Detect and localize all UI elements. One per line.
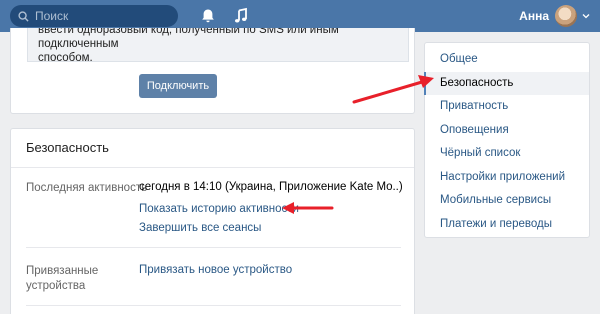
menu-item-mobile-services[interactable]: Мобильные сервисы: [425, 189, 589, 213]
divider: [11, 167, 414, 168]
menu-item-blacklist[interactable]: Чёрный список: [425, 142, 589, 166]
two-factor-notice: ввести одноразовый код, полученный по SM…: [27, 28, 409, 62]
search-icon: [18, 10, 29, 22]
bell-icon[interactable]: [199, 7, 217, 25]
security-card: Безопасность Последняя активность сегодн…: [10, 128, 415, 314]
end-sessions-link[interactable]: Завершить все сеансы: [139, 222, 261, 234]
show-history-link[interactable]: Показать историю активности: [139, 203, 299, 215]
music-icon[interactable]: [232, 7, 250, 25]
menu-item-notifications[interactable]: Оповещения: [425, 119, 589, 143]
notice-line: способом.: [38, 52, 93, 62]
menu-item-payments[interactable]: Платежи и переводы: [425, 213, 589, 237]
last-activity-label: Последняя активность: [26, 182, 148, 194]
menu-item-general[interactable]: Общее: [425, 48, 589, 72]
user-name: Анна: [519, 9, 549, 23]
section-title: Безопасность: [26, 140, 109, 155]
linked-devices-label-line: Привязанные: [26, 265, 99, 277]
two-factor-card: ввести одноразовый код, полученный по SM…: [10, 28, 415, 114]
search-input[interactable]: [35, 9, 165, 23]
menu-item-app-settings[interactable]: Настройки приложений: [425, 166, 589, 190]
last-activity-value: сегодня в 14:10 (Украина, Приложение Kat…: [139, 181, 403, 193]
connect-button[interactable]: Подключить: [139, 74, 217, 98]
menu-item-security[interactable]: Безопасность: [424, 71, 589, 95]
divider: [26, 247, 401, 248]
menu-item-privacy[interactable]: Приватность: [425, 95, 589, 119]
avatar: [555, 5, 577, 27]
linked-devices-label: Привязанные устройства: [26, 264, 98, 294]
search-box[interactable]: [10, 5, 178, 27]
settings-menu: Общее Безопасность Приватность Оповещени…: [424, 42, 590, 238]
chevron-down-icon: [582, 14, 590, 19]
user-menu[interactable]: Анна: [519, 4, 590, 28]
divider: [26, 305, 401, 306]
link-device-link[interactable]: Привязать новое устройство: [139, 264, 292, 276]
linked-devices-label-line: устройства: [26, 280, 86, 292]
notice-line: ввести одноразовый код, полученный по SM…: [38, 28, 339, 50]
